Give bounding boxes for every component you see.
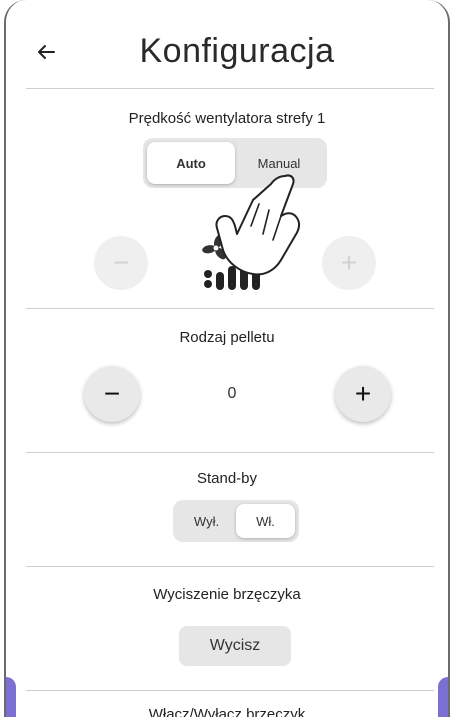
minus-icon: − xyxy=(112,247,130,278)
pellet-plus-button[interactable]: + xyxy=(335,366,391,422)
device-frame: Konfiguracja Prędkość wentylatora strefy… xyxy=(4,0,450,717)
tap-hand-icon xyxy=(211,170,311,282)
standby-on[interactable]: Wł. xyxy=(236,504,295,538)
fan-speed-title: Prędkość wentylatora strefy 1 xyxy=(128,110,326,127)
plus-icon: + xyxy=(354,378,372,409)
pellet-value: 0 xyxy=(227,385,237,402)
divider xyxy=(26,452,434,453)
minus-icon: − xyxy=(103,378,121,409)
divider xyxy=(26,308,434,309)
corner-accent xyxy=(6,677,16,717)
fan-speed-plus-button[interactable]: + xyxy=(322,236,376,290)
standby-title: Stand-by xyxy=(196,470,258,487)
divider xyxy=(26,690,434,691)
standby-toggle: Wył. Wł. xyxy=(173,500,299,542)
pellet-title: Rodzaj pelletu xyxy=(179,329,275,346)
divider xyxy=(26,88,434,89)
fan-speed-minus-button[interactable]: − xyxy=(94,236,148,290)
corner-accent xyxy=(438,677,448,717)
divider xyxy=(26,566,434,567)
standby-off[interactable]: Wył. xyxy=(177,504,236,538)
buzzer-title: Wyciszenie brzęczyka xyxy=(153,586,301,603)
mute-button[interactable]: Wycisz xyxy=(179,626,291,666)
app-header: Konfiguracja xyxy=(6,20,448,90)
page-title: Konfiguracja xyxy=(139,32,335,70)
plus-icon: + xyxy=(340,247,358,278)
pellet-minus-button[interactable]: − xyxy=(84,366,140,422)
buzzer-toggle-title: Włącz/Wyłącz brzęczyk xyxy=(148,706,306,717)
